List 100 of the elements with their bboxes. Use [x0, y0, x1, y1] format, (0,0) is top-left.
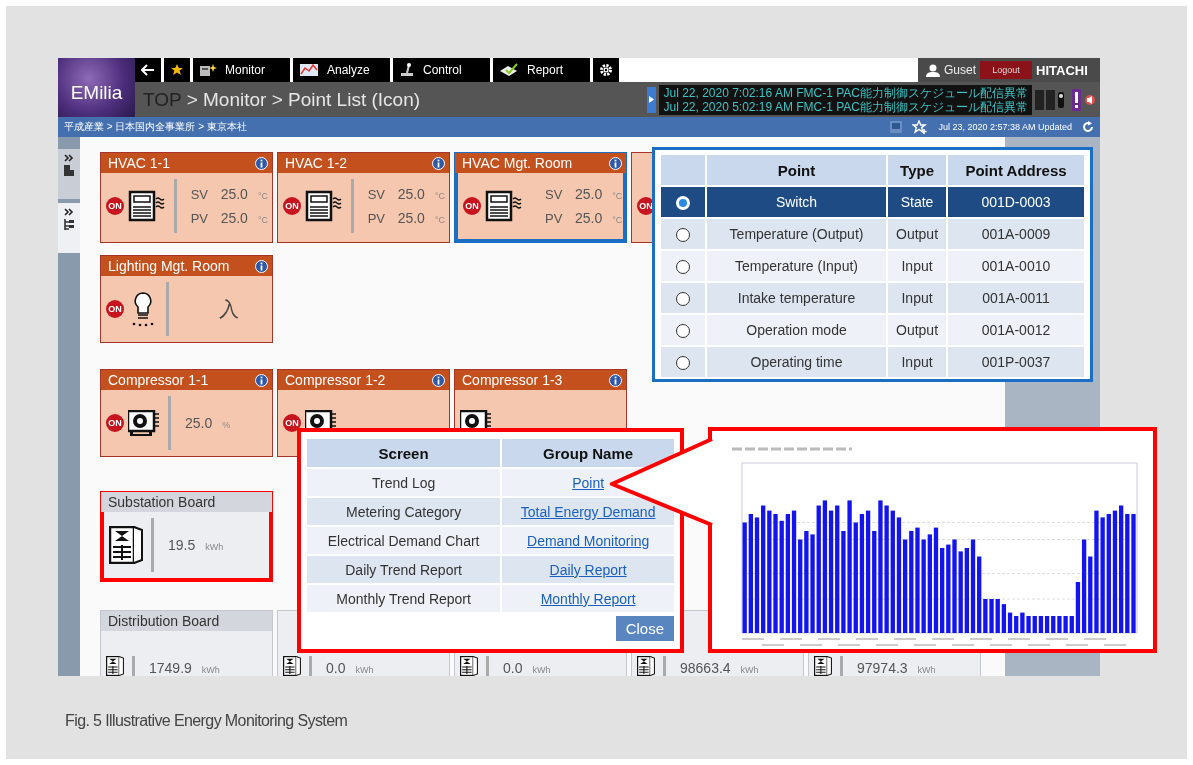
reading-label: SV [367, 187, 386, 202]
on-status-badge: ON [283, 197, 301, 215]
table-cell: Monthly Trend Report [307, 585, 501, 612]
nav-tab[interactable]: Monitor [193, 58, 290, 82]
table-cell: Operation mode [707, 315, 887, 345]
reading-unit: kWh [355, 665, 375, 675]
device-card[interactable]: Lighting Mgt. Room ON 入 [100, 255, 273, 343]
reading-unit: °C [612, 191, 624, 201]
add-favorite-icon[interactable] [912, 120, 929, 134]
switchboard-icon [283, 656, 301, 676]
mute-icon [1084, 93, 1096, 106]
figure-caption: Fig. 5 Illustrative Energy Monitoring System [65, 712, 349, 730]
air-conditioner-icon [305, 190, 343, 222]
reading-unit: kWh [917, 665, 937, 675]
favorite-button[interactable] [164, 58, 190, 82]
tree-tab[interactable] [58, 203, 80, 253]
table-cell: 001A-0009 [948, 219, 1084, 249]
table-cell: 001A-0012 [948, 315, 1084, 345]
card-title: Compressor 1-1 [108, 372, 209, 388]
reading-label: PV [545, 211, 564, 226]
reading-value: 98663.4 [680, 660, 731, 676]
table-cell: Temperature (Output) [707, 219, 887, 249]
nav-tab[interactable]: Analyze [293, 58, 390, 82]
device-card[interactable]: HVAC 1-1 ON SV 25.0 °C PV 25.0 °C [100, 152, 273, 243]
radio-button[interactable] [676, 292, 690, 307]
reading-unit: kWh [205, 542, 225, 552]
info-icon[interactable] [255, 259, 268, 273]
building-icon [199, 63, 217, 77]
reading-value: 25.0 [575, 186, 603, 202]
info-icon[interactable] [432, 373, 445, 387]
reading-value: 25.0 [397, 210, 425, 226]
reading-unit: kWh [532, 665, 552, 675]
nav-tab[interactable]: Report [493, 58, 590, 82]
building-tab[interactable] [58, 149, 80, 199]
column-header: Group Name [502, 439, 674, 467]
star-icon [170, 63, 184, 77]
joystick-icon [399, 63, 415, 77]
reading-unit: % [222, 420, 232, 430]
column-header: Point Address [948, 155, 1084, 185]
update-time: Jul 23, 2020 2:57:38 AM Updated [938, 122, 1072, 132]
switchboard-icon [814, 656, 832, 676]
caret-icon [649, 96, 655, 103]
compressor-icon [128, 410, 160, 436]
breadcrumb: 平成産業 > 日本国内全事業所 > 東京本社 [64, 120, 247, 134]
table-cell: 001D-0003 [948, 187, 1084, 217]
card-title: Compressor 1-3 [462, 372, 563, 388]
device-card[interactable]: Substation Board 19.5 kWh [100, 491, 273, 582]
on-status-badge: ON [283, 414, 301, 432]
device-card[interactable]: Compressor 1-1 ON 25.0 % [100, 369, 273, 457]
radio-button[interactable] [676, 324, 690, 339]
group-link[interactable]: Demand Monitoring [527, 532, 650, 549]
back-button[interactable] [135, 58, 161, 82]
settings-button[interactable] [593, 58, 619, 82]
column-header: Point [707, 155, 887, 185]
refresh-icon[interactable] [1082, 121, 1094, 133]
group-link[interactable]: Daily Report [549, 561, 627, 578]
table-cell: Output [888, 315, 947, 345]
radio-button[interactable] [676, 356, 690, 371]
reading-value: 1749.9 [149, 660, 192, 676]
air-conditioner-icon [485, 190, 523, 222]
radio-button[interactable] [676, 260, 690, 275]
logout-button[interactable]: Logout [980, 61, 1032, 79]
info-icon[interactable] [255, 156, 268, 170]
device-card[interactable]: HVAC 1-2 ON SV 25.0 °C PV 25.0 °C [277, 152, 450, 243]
reading-unit: °C [434, 215, 446, 225]
info-icon[interactable] [255, 373, 268, 387]
reading-label: SV [545, 187, 564, 202]
card-title: HVAC 1-1 [108, 155, 170, 171]
group-link[interactable]: Monthly Report [540, 590, 636, 607]
device-card[interactable]: Distribution Board 1749.9 kWh [100, 610, 273, 676]
info-icon[interactable] [432, 156, 445, 170]
card-title: HVAC 1-2 [285, 155, 347, 171]
group-link[interactable]: Total Energy Demand [520, 503, 656, 520]
info-icon[interactable] [609, 373, 622, 387]
radio-button[interactable] [676, 228, 690, 243]
settings-icon [599, 63, 613, 77]
app-logo[interactable]: EMilia [58, 58, 135, 117]
device-card[interactable]: HVAC Mgt. Room ON SV 25.0 °C PV 25.0 °C [454, 152, 627, 243]
air-conditioner-icon [128, 190, 166, 222]
table-cell: Metering Category [307, 498, 501, 525]
group-link[interactable]: Point [572, 474, 605, 491]
switchboard-icon [637, 656, 655, 676]
line-graph-icon [299, 63, 319, 77]
back-arrow-icon [141, 64, 155, 76]
card-title: Lighting Mgt. Room [108, 258, 230, 274]
close-button[interactable]: Close [615, 616, 674, 641]
switchboard-icon [109, 526, 143, 564]
info-icon[interactable] [609, 156, 622, 170]
card-title: HVAC Mgt. Room [462, 155, 573, 171]
table-cell: Output [888, 219, 947, 249]
on-status-badge: ON [106, 197, 124, 215]
reading-value: 19.5 [168, 537, 196, 553]
on-status-badge: ON [106, 414, 124, 432]
expand-button[interactable] [647, 86, 657, 113]
nav-tab[interactable]: Control [393, 58, 490, 82]
reading-value: 25.0 [185, 415, 213, 431]
reading-unit: °C [612, 215, 624, 225]
checked-paper-icon [499, 63, 519, 77]
reading-value: 97974.3 [857, 660, 908, 676]
table-cell: Input [888, 283, 947, 313]
